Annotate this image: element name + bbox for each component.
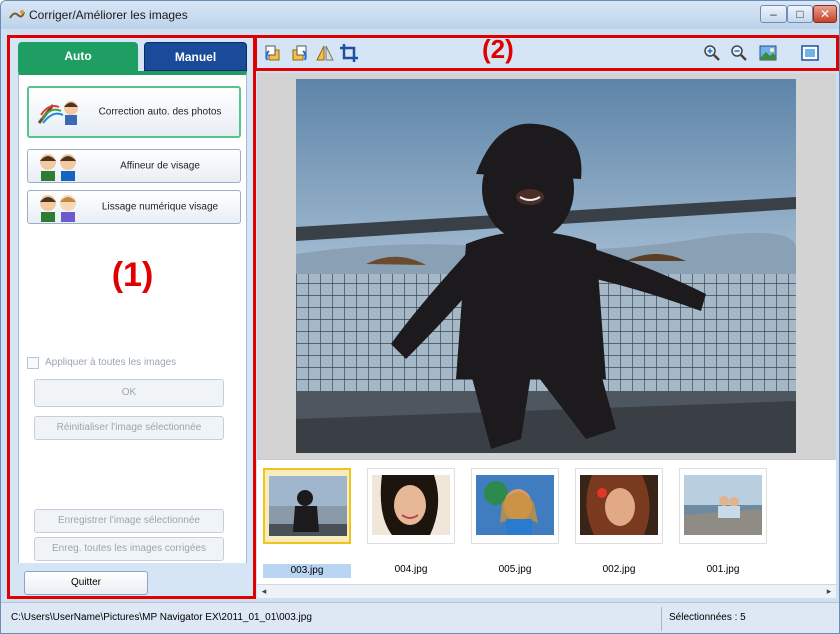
status-separator xyxy=(661,607,662,631)
scroll-left-icon[interactable]: ◂ xyxy=(257,585,271,598)
preview-photo xyxy=(296,79,796,453)
image-preview-area[interactable] xyxy=(257,73,836,459)
correction-panel: Auto Manuel Correction auto. des photos xyxy=(7,35,256,599)
ok-button[interactable]: OK xyxy=(34,379,224,407)
app-window: Corriger/Améliorer les images – □ ✕ Auto… xyxy=(0,0,840,634)
flip-icon[interactable] xyxy=(315,43,335,63)
thumbnail-image xyxy=(372,475,450,535)
auto-photo-correction-button[interactable]: Correction auto. des photos xyxy=(27,86,241,138)
save-all-corrected-button[interactable]: Enreg. toutes les images corrigées xyxy=(34,537,224,561)
title-bar: Corriger/Améliorer les images – □ ✕ xyxy=(1,1,839,29)
thumbnail-005[interactable] xyxy=(471,468,559,544)
scroll-right-icon[interactable]: ▸ xyxy=(822,585,836,598)
maximize-button[interactable]: □ xyxy=(787,5,813,23)
crop-icon[interactable] xyxy=(339,43,359,63)
thumbnail-scrollbar[interactable]: ◂ ▸ xyxy=(257,584,836,598)
thumbnail-filename: 004.jpg xyxy=(394,564,428,575)
tab-auto[interactable]: Auto xyxy=(18,42,138,71)
thumbnail-filename: 002.jpg xyxy=(602,564,636,575)
thumbnail-filename: 003.jpg xyxy=(263,564,351,578)
mode-button-label: Correction auto. des photos xyxy=(98,106,222,118)
face-sharpener-icon xyxy=(40,154,76,181)
digital-face-smoothing-button[interactable]: Lissage numérique visage xyxy=(27,190,241,224)
digital-face-smoothing-icon xyxy=(40,195,76,222)
thumbnail-strip: 003.jpg 004.jpg 005.jpg 002.jpg 001.jpg … xyxy=(257,459,836,598)
quit-button[interactable]: Quitter xyxy=(24,571,148,595)
apply-all-checkbox[interactable] xyxy=(27,357,39,369)
status-file-path: C:\Users\UserName\Pictures\MP Navigator … xyxy=(11,612,312,623)
app-icon xyxy=(9,10,25,19)
maximize-icon: □ xyxy=(796,7,804,21)
thumbnail-image xyxy=(269,476,347,536)
window-title: Corriger/Améliorer les images xyxy=(29,8,188,22)
mode-button-label: Affineur de visage xyxy=(120,160,200,172)
minimize-icon: – xyxy=(770,7,777,21)
thumbnail-001[interactable] xyxy=(679,468,767,544)
apply-all-label: Appliquer à toutes les images xyxy=(45,357,177,368)
thumbnail-image xyxy=(476,475,554,535)
zoom-out-icon[interactable] xyxy=(729,43,749,63)
status-selected-count: Sélectionnées : 5 xyxy=(669,612,746,623)
thumbnail-filename: 001.jpg xyxy=(706,564,740,575)
zoom-in-icon[interactable] xyxy=(702,43,722,63)
thumbnail-002[interactable] xyxy=(575,468,663,544)
close-button[interactable]: ✕ xyxy=(813,5,837,23)
thumbnail-image xyxy=(684,475,762,535)
tab-manual[interactable]: Manuel xyxy=(144,42,247,71)
mode-button-label: Lissage numérique visage xyxy=(101,201,219,213)
minimize-button[interactable]: – xyxy=(760,5,787,23)
region-label-1: (1) xyxy=(111,256,154,294)
thumbnail-003[interactable] xyxy=(263,468,351,544)
tab-content-auto: Correction auto. des photos Affineur de … xyxy=(18,71,247,563)
thumbnail-filename: 005.jpg xyxy=(498,564,532,575)
reset-selected-image-button[interactable]: Réinitialiser l'image sélectionnée xyxy=(34,416,224,440)
region-label-2: (2) xyxy=(482,34,514,64)
image-toolbar: (2) xyxy=(254,34,839,71)
thumbnail-image xyxy=(580,475,658,535)
full-screen-icon[interactable] xyxy=(800,43,820,63)
auto-photo-correction-icon xyxy=(37,101,78,125)
fit-image-icon[interactable] xyxy=(758,43,778,63)
thumbnail-004[interactable] xyxy=(367,468,455,544)
face-sharpener-button[interactable]: Affineur de visage xyxy=(27,149,241,183)
close-icon: ✕ xyxy=(819,7,831,21)
rotate-right-icon[interactable] xyxy=(289,43,309,63)
status-bar: C:\Users\UserName\Pictures\MP Navigator … xyxy=(1,602,839,633)
save-selected-image-button[interactable]: Enregistrer l'image sélectionnée xyxy=(34,509,224,533)
rotate-left-icon[interactable] xyxy=(263,43,283,63)
